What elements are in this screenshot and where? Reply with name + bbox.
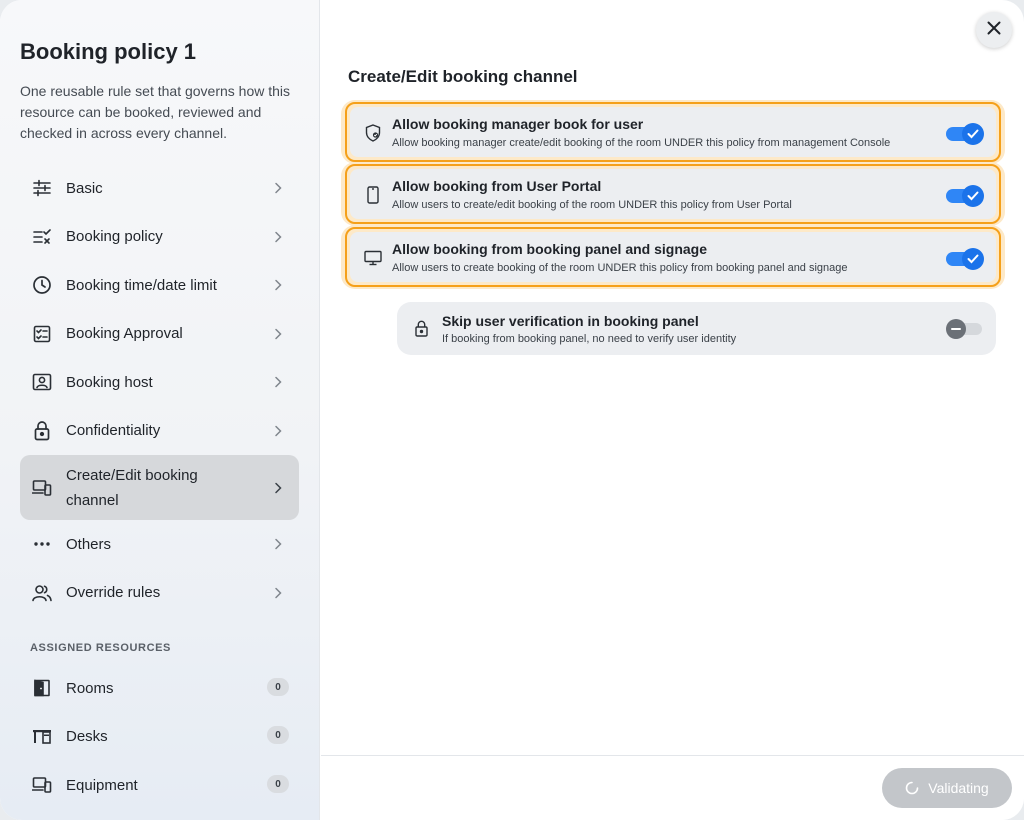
chevron-right-icon — [271, 481, 285, 495]
monitor-icon — [364, 249, 382, 267]
check-icon — [962, 185, 984, 207]
chevron-right-icon — [271, 181, 285, 195]
sidebar-item-label: Basic — [66, 179, 103, 197]
spinner-icon — [905, 781, 919, 795]
chevron-right-icon — [271, 327, 285, 341]
user-portal-toggle[interactable] — [946, 185, 984, 207]
minus-icon — [946, 319, 966, 339]
check-icon — [962, 248, 984, 270]
option-title: Allow booking from User Portal — [392, 178, 602, 194]
sidebar-item-label: Booking policy — [66, 228, 163, 246]
section-title: Create/Edit booking channel — [348, 67, 578, 86]
resource-label: Equipment — [66, 776, 138, 794]
count-badge: 0 — [267, 775, 289, 793]
sidebar-item-label: Booking Approval — [66, 325, 183, 343]
sidebar-item-booking-host[interactable]: Booking host — [20, 358, 299, 407]
devices-icon — [31, 477, 53, 499]
option-title: Allow booking from booking panel and sig… — [392, 241, 708, 257]
door-icon — [31, 677, 53, 699]
option-subtitle: If booking from booking panel, no need t… — [442, 333, 737, 345]
sidebar-item-label: Confidentiality — [66, 422, 161, 440]
resource-label: Rooms — [66, 679, 114, 697]
users-icon — [31, 582, 53, 604]
option-subtitle: Allow users to create booking of the roo… — [392, 262, 848, 274]
shield-icon — [364, 124, 382, 142]
option-card-border: Allow booking from booking panel and sig… — [345, 227, 1001, 287]
count-badge: 0 — [267, 678, 289, 696]
sidebar-item-confidentiality[interactable]: Confidentiality — [20, 407, 299, 456]
sidebar-item-booking-channel[interactable]: Create/Edit booking channel — [20, 455, 299, 520]
option-title: Allow booking manager book for user — [392, 116, 644, 132]
list-check-icon — [31, 226, 53, 248]
page-title: Booking policy 1 — [20, 39, 197, 64]
option-card-body: Allow booking from booking panel and sig… — [350, 232, 996, 282]
approval-icon — [31, 323, 53, 345]
sidebar-item-basic[interactable]: Basic — [20, 164, 299, 213]
chevron-right-icon — [271, 537, 285, 551]
chevron-right-icon — [271, 424, 285, 438]
option-subtitle: Allow users to create/edit booking of th… — [392, 199, 792, 211]
resource-rooms[interactable]: Rooms 0 — [20, 664, 299, 712]
option-card-booking-panel: Allow booking from booking panel and sig… — [341, 225, 1005, 289]
desk-icon — [31, 725, 53, 747]
chevron-right-icon — [271, 586, 285, 600]
equipment-icon — [31, 774, 53, 796]
sidebar-item-label: Override rules — [66, 584, 161, 602]
option-card-body: Allow booking from User Portal Allow use… — [350, 169, 996, 219]
sidebar-item-booking-time-limit[interactable]: Booking time/date limit — [20, 261, 299, 310]
validate-label: Validating — [928, 780, 989, 796]
option-card-border: Allow booking manager book for user Allo… — [345, 102, 1001, 162]
sidebar-item-label: Booking time/date limit — [66, 276, 217, 294]
option-card-skip-verification: Skip user verification in booking panel … — [397, 302, 996, 355]
validate-button[interactable]: Validating — [882, 768, 1012, 808]
option-card-booking-manager: Allow booking manager book for user Allo… — [341, 100, 1005, 164]
skip-verification-toggle[interactable] — [946, 319, 982, 339]
option-card-body: Allow booking manager book for user Allo… — [350, 107, 996, 157]
sidebar-item-booking-approval[interactable]: Booking Approval — [20, 310, 299, 359]
booking-panel-toggle[interactable] — [946, 248, 984, 270]
booking-manager-toggle[interactable] — [946, 123, 984, 145]
sidebar-item-others[interactable]: Others — [20, 520, 299, 569]
resource-label: Desks — [66, 727, 108, 745]
page-description: One reusable rule set that governs how t… — [20, 83, 291, 141]
option-subtitle: Allow booking manager create/edit bookin… — [392, 137, 891, 149]
sidebar-item-booking-policy[interactable]: Booking policy — [20, 213, 299, 262]
chevron-right-icon — [271, 278, 285, 292]
count-badge: 0 — [267, 726, 289, 744]
close-icon — [987, 21, 1001, 40]
option-card-user-portal: Allow booking from User Portal Allow use… — [341, 162, 1005, 226]
sidebar: Booking policy 1 One reusable rule set t… — [0, 0, 320, 820]
policy-dialog: Booking policy 1 One reusable rule set t… — [0, 0, 1024, 820]
lock-icon — [412, 319, 430, 337]
phone-icon — [364, 186, 382, 204]
sidebar-item-label: Booking host — [66, 373, 153, 391]
lock-icon — [31, 420, 53, 442]
check-icon — [962, 123, 984, 145]
option-card-border: Allow booking from User Portal Allow use… — [345, 164, 1001, 224]
chevron-right-icon — [271, 375, 285, 389]
more-icon — [31, 533, 53, 555]
sidebar-nav: Basic Booking policy Booking time/date l… — [20, 164, 299, 617]
resource-equipment[interactable]: Equipment 0 — [20, 761, 299, 809]
sliders-icon — [31, 177, 53, 199]
close-button[interactable] — [976, 12, 1012, 48]
sidebar-item-label: Create/Edit booking channel — [66, 466, 198, 509]
clock-icon — [31, 274, 53, 296]
sidebar-item-override-rules[interactable]: Override rules — [20, 569, 299, 618]
chevron-right-icon — [271, 230, 285, 244]
sidebar-item-label: Others — [66, 535, 112, 553]
resource-desks[interactable]: Desks 0 — [20, 712, 299, 760]
host-icon — [31, 371, 53, 393]
assigned-resources-heading: ASSIGNED RESOURCES — [30, 642, 171, 654]
option-title: Skip user verification in booking panel — [442, 313, 699, 329]
